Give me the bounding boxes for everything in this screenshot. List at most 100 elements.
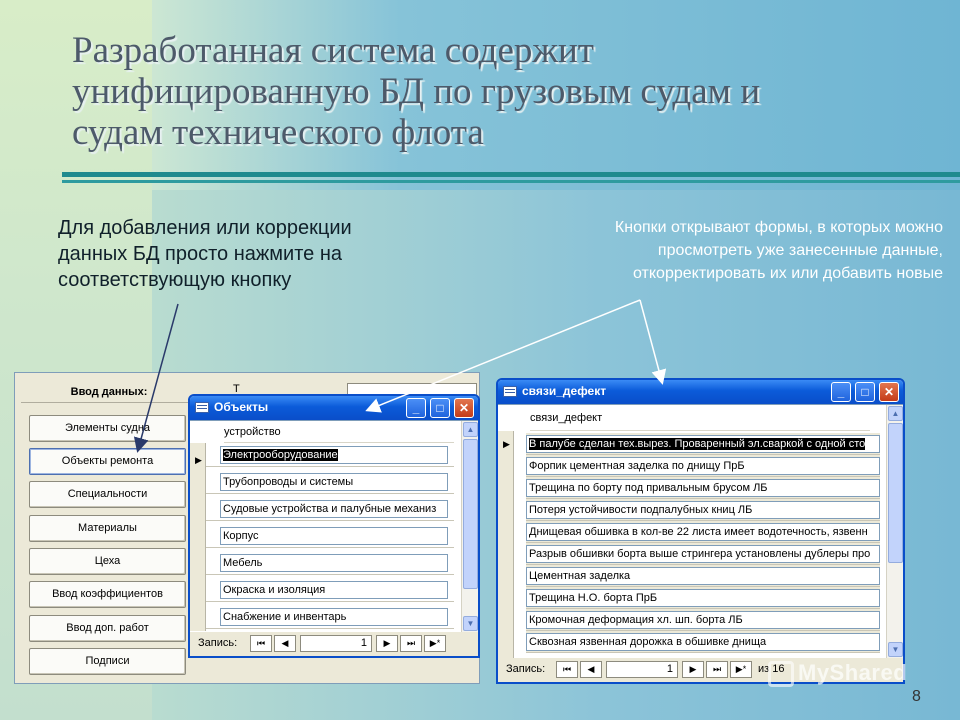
- next-record-button[interactable]: ▶: [376, 635, 398, 652]
- list-item: Кромочная деформация хл. шп. борта ЛБ: [526, 609, 880, 631]
- record-number-field[interactable]: 1: [606, 661, 678, 678]
- defect-field[interactable]: Трещина Н.О. борта ПрБ: [526, 589, 880, 607]
- device-field[interactable]: Трубопроводы и системы: [220, 473, 448, 491]
- record-number-field[interactable]: 1: [300, 635, 372, 652]
- column-header-device: устройство: [224, 421, 454, 443]
- close-button[interactable]: ✕: [879, 382, 899, 402]
- last-record-button[interactable]: ⏭: [400, 635, 422, 652]
- first-record-button[interactable]: ⏮: [556, 661, 578, 678]
- record-navigator: Запись: ⏮ ◀ 1 ▶ ⏭ ▶*: [190, 632, 478, 656]
- defect-field[interactable]: Сквозная язвенная дорожка в обшивке днищ…: [526, 633, 880, 651]
- list-item: Трещина Н.О. борта ПрБ: [526, 587, 880, 609]
- materials-button[interactable]: Материалы: [29, 515, 186, 542]
- defect-field[interactable]: Форпик цементная заделка по днищу ПрБ: [526, 457, 880, 475]
- defects-window-titlebar[interactable]: связи_дефект _ □ ✕: [498, 380, 903, 404]
- scroll-down-icon[interactable]: ▼: [463, 616, 478, 631]
- ship-elements-button[interactable]: Элементы судна: [29, 415, 186, 442]
- arrow-to-defects: [639, 299, 667, 385]
- defects-window: связи_дефект _ □ ✕ связи_дефект ▶ В палу…: [496, 378, 905, 684]
- device-field[interactable]: Судовые устройства и палубные механиз: [220, 500, 448, 518]
- slide-title: Разработанная система содержит унифициро…: [72, 30, 932, 153]
- device-value: Электрооборудование: [223, 449, 338, 461]
- list-item: Трубопроводы и системы: [206, 470, 454, 494]
- switchboard-header: Ввод данных:: [21, 381, 197, 403]
- defect-field[interactable]: В палубе сделан тех.вырез. Проваренный э…: [526, 435, 880, 453]
- device-field[interactable]: Корпус: [220, 527, 448, 545]
- close-button[interactable]: ✕: [454, 398, 474, 418]
- record-selector-column: [190, 443, 206, 631]
- list-item: Трещина по борту под привальным брусом Л…: [526, 477, 880, 499]
- extra-works-button[interactable]: Ввод доп. работ: [29, 615, 186, 642]
- title-divider-thin: [62, 180, 960, 183]
- list-item: Окраска и изоляция: [206, 578, 454, 602]
- title-line-3: судам технического флота: [72, 112, 484, 153]
- form-icon: [503, 386, 517, 397]
- maximize-button[interactable]: □: [855, 382, 875, 402]
- column-header-defect-links: связи_дефект: [530, 405, 870, 431]
- title-divider: [62, 172, 960, 177]
- defect-field[interactable]: Разрыв обшивки борта выше стрингера уста…: [526, 545, 880, 563]
- defect-field[interactable]: Цементная заделка: [526, 567, 880, 585]
- new-record-button[interactable]: ▶*: [730, 661, 752, 678]
- device-field[interactable]: Окраска и изоляция: [220, 581, 448, 599]
- scroll-up-icon[interactable]: ▲: [888, 406, 903, 421]
- list-item: Мебель: [206, 551, 454, 575]
- title-line-1: Разработанная система содержит: [72, 30, 594, 71]
- scroll-thumb[interactable]: [463, 439, 478, 589]
- objects-form-body: устройство ▶ Электрооборудование Трубопр…: [190, 420, 478, 632]
- first-record-button[interactable]: ⏮: [250, 635, 272, 652]
- list-item: Снабжение и инвентарь: [206, 605, 454, 629]
- objects-window-title: Объекты: [214, 400, 269, 414]
- list-item: Цементная заделка: [526, 565, 880, 587]
- defects-form-body: связи_дефект ▶ В палубе сделан тех.вырез…: [498, 404, 903, 661]
- record-selector-column: [498, 431, 514, 661]
- last-record-button[interactable]: ⏭: [706, 661, 728, 678]
- scroll-up-icon[interactable]: ▲: [463, 422, 478, 437]
- previous-record-button[interactable]: ◀: [580, 661, 602, 678]
- repair-objects-button[interactable]: Объекты ремонта: [29, 448, 186, 475]
- device-field[interactable]: Мебель: [220, 554, 448, 572]
- defects-window-title: связи_дефект: [522, 384, 607, 398]
- record-label: Запись:: [506, 663, 546, 675]
- instruction-text: Для добавления или коррекции данных БД п…: [58, 217, 352, 291]
- list-item: Судовые устройства и палубные механиз: [206, 497, 454, 521]
- page-number: 8: [912, 688, 921, 705]
- maximize-button[interactable]: □: [430, 398, 450, 418]
- previous-record-button[interactable]: ◀: [274, 635, 296, 652]
- vertical-scrollbar[interactable]: ▲ ▼: [461, 421, 478, 632]
- objects-window-titlebar[interactable]: Объекты _ □ ✕: [190, 396, 478, 420]
- current-record-marker: ▶: [195, 455, 202, 465]
- watermark-text: MyShared: [798, 660, 908, 685]
- minimize-button[interactable]: _: [406, 398, 426, 418]
- watermark-logo-icon: [768, 661, 794, 688]
- objects-window: Объекты _ □ ✕ устройство ▶ Электрооборуд…: [188, 394, 480, 658]
- workshops-button[interactable]: Цеха: [29, 548, 186, 575]
- defect-value: В палубе сделан тех.вырез. Проваренный э…: [529, 438, 866, 450]
- list-item: В палубе сделан тех.вырез. Проваренный э…: [526, 433, 880, 455]
- defect-field[interactable]: Потеря устойчивости подпалубных книц ЛБ: [526, 501, 880, 519]
- minimize-button[interactable]: _: [831, 382, 851, 402]
- coefficients-button[interactable]: Ввод коэффициентов: [29, 581, 186, 608]
- list-item: Разрыв обшивки борта выше стрингера уста…: [526, 543, 880, 565]
- list-item: Форпик цементная заделка по днищу ПрБ: [526, 455, 880, 477]
- current-record-marker: ▶: [503, 439, 510, 449]
- list-item: Потеря устойчивости подпалубных книц ЛБ: [526, 499, 880, 521]
- title-line-2: унифицированную БД по грузовым судам и: [72, 71, 761, 112]
- scroll-down-icon[interactable]: ▼: [888, 642, 903, 657]
- signatures-button[interactable]: Подписи: [29, 648, 186, 675]
- list-item: Сквозная язвенная дорожка в обшивке днищ…: [526, 631, 880, 653]
- device-field[interactable]: Снабжение и инвентарь: [220, 608, 448, 626]
- defect-field[interactable]: Кромочная деформация хл. шп. борта ЛБ: [526, 611, 880, 629]
- next-record-button[interactable]: ▶: [682, 661, 704, 678]
- vertical-scrollbar[interactable]: ▲ ▼: [886, 405, 903, 658]
- specialties-button[interactable]: Специальности: [29, 481, 186, 508]
- record-label: Запись:: [198, 637, 238, 649]
- form-icon: [195, 402, 209, 413]
- defect-field[interactable]: Трещина по борту под привальным брусом Л…: [526, 479, 880, 497]
- scroll-thumb[interactable]: [888, 423, 903, 563]
- list-item: Днищевая обшивка в кол-ве 22 листа имеет…: [526, 521, 880, 543]
- defect-field[interactable]: Днищевая обшивка в кол-ве 22 листа имеет…: [526, 523, 880, 541]
- new-record-button[interactable]: ▶*: [424, 635, 446, 652]
- list-item: Электрооборудование: [206, 443, 454, 467]
- device-field[interactable]: Электрооборудование: [220, 446, 448, 464]
